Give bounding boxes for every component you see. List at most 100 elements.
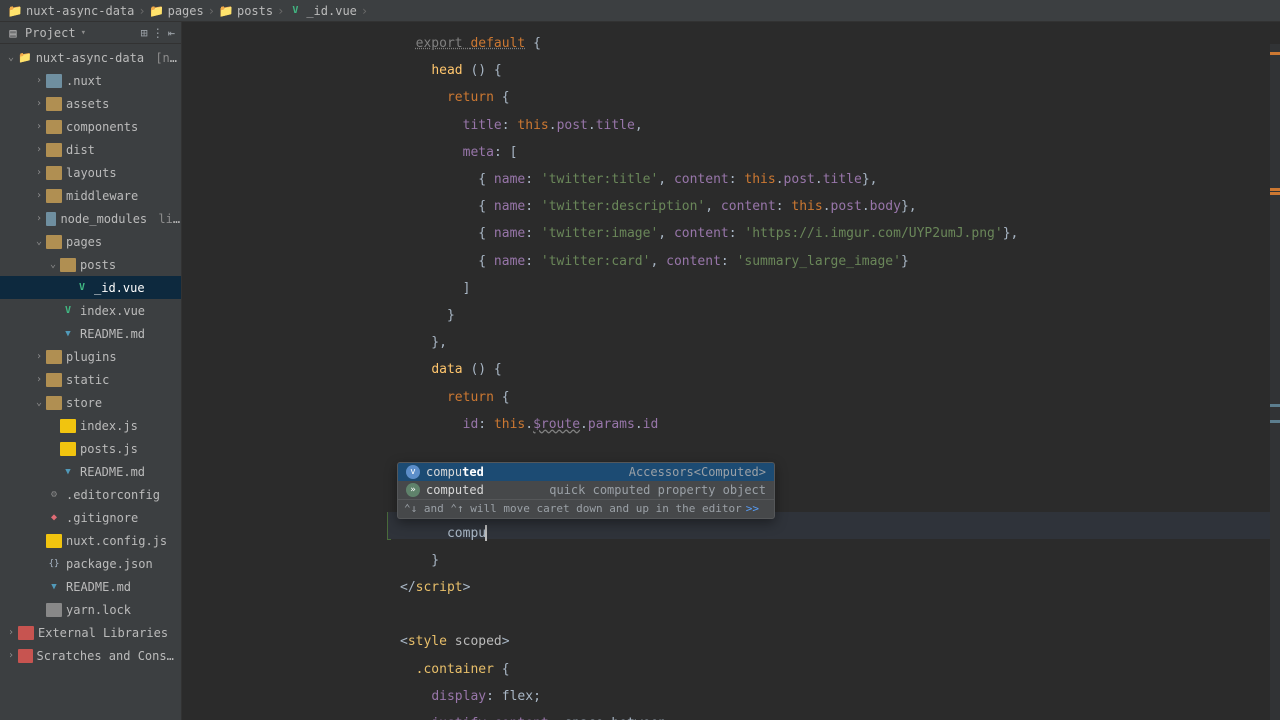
completion-type: quick computed property object — [549, 483, 766, 497]
collapse-icon[interactable]: ⇤ — [168, 26, 175, 40]
tree-item[interactable]: ›middleware — [0, 184, 181, 207]
chevron-icon[interactable]: › — [32, 213, 46, 224]
js-icon — [46, 534, 62, 548]
chevron-icon[interactable]: › — [32, 190, 46, 201]
tree-item[interactable]: ›components — [0, 115, 181, 138]
chevron-icon[interactable]: ⌄ — [46, 259, 60, 270]
folder-o-icon — [46, 189, 62, 203]
tree-item[interactable]: .gitignore — [0, 506, 181, 529]
tree-item[interactable]: ›.nuxt — [0, 69, 181, 92]
tree-item[interactable]: › External Libraries — [0, 621, 181, 644]
tree-item[interactable]: index.vue — [0, 299, 181, 322]
project-icon — [18, 51, 32, 65]
chevron-icon[interactable]: › — [32, 144, 46, 155]
tree-item[interactable]: nuxt.config.js — [0, 529, 181, 552]
code-area[interactable]: export default { head () { return { titl… — [182, 22, 1280, 720]
folder-icon: 📁 — [150, 4, 164, 18]
tree-item[interactable]: README.md — [0, 575, 181, 598]
tree-item[interactable]: _id.vue — [0, 276, 181, 299]
tree-item-label: External Libraries — [38, 626, 168, 640]
folder-o-icon — [46, 120, 62, 134]
tree-item[interactable]: .editorconfig — [0, 483, 181, 506]
tree-item-label: assets — [66, 97, 109, 111]
chevron-icon[interactable]: › — [4, 650, 18, 661]
tree-item[interactable]: ⌄ pages — [0, 230, 181, 253]
tree-item-label: plugins — [66, 350, 117, 364]
folder-o-icon — [46, 235, 62, 249]
chevron-icon[interactable]: › — [32, 351, 46, 362]
folder-o-icon — [46, 350, 62, 364]
lock-icon — [46, 603, 62, 617]
tree-item[interactable]: ›Scratches and Consoles — [0, 644, 181, 667]
folder-icon — [46, 212, 56, 226]
tree-item-label: static — [66, 373, 109, 387]
tree-item-label: nuxt.config.js — [66, 534, 167, 548]
variable-icon: v — [406, 465, 420, 479]
tree-item[interactable]: › plugins — [0, 345, 181, 368]
vue-icon — [288, 4, 302, 18]
tree-item[interactable]: README.md — [0, 460, 181, 483]
template-icon: » — [406, 483, 420, 497]
chevron-right-icon: › — [361, 4, 368, 18]
completion-item[interactable]: » computed quick computed property objec… — [398, 481, 774, 499]
chevron-icon[interactable]: ⌄ — [32, 236, 46, 247]
folder-o-icon — [46, 396, 62, 410]
chevron-down-icon[interactable]: ▾ — [81, 28, 86, 38]
tree-item[interactable]: › static — [0, 368, 181, 391]
breadcrumb-segment[interactable]: pages — [168, 4, 204, 18]
tree-item-label: pages — [66, 235, 102, 249]
tree-item-label: index.vue — [80, 304, 145, 318]
chevron-right-icon: › — [138, 4, 145, 18]
chevron-icon[interactable]: › — [32, 121, 46, 132]
tree-item-label: index.js — [80, 419, 138, 433]
breadcrumb-segment[interactable]: _id.vue — [306, 4, 357, 18]
tree-item[interactable]: › layouts — [0, 161, 181, 184]
tree-item[interactable]: ⌄store — [0, 391, 181, 414]
tree-item[interactable]: index.js — [0, 414, 181, 437]
scroll-from-source-icon[interactable]: ⊞ — [141, 26, 148, 40]
js-icon — [60, 419, 76, 433]
breadcrumb-segment[interactable]: posts — [237, 4, 273, 18]
chevron-icon[interactable]: › — [4, 627, 18, 638]
tree-item-label: dist — [66, 143, 95, 157]
js-icon — [60, 442, 76, 456]
md-icon — [46, 580, 62, 594]
folder-o-icon — [60, 258, 76, 272]
tree-item-label: posts.js — [80, 442, 138, 456]
chevron-icon[interactable]: › — [32, 374, 46, 385]
folder-icon: 📁 — [219, 4, 233, 18]
tree-item[interactable]: › assets — [0, 92, 181, 115]
tree-item[interactable]: yarn.lock — [0, 598, 181, 621]
tree-item[interactable]: ⌄ posts — [0, 253, 181, 276]
vue-icon — [74, 281, 90, 295]
vue-icon — [60, 304, 76, 318]
folder-o-icon — [46, 373, 62, 387]
tree-item[interactable]: posts.js — [0, 437, 181, 460]
tree-item-label: layouts — [66, 166, 117, 180]
hint-link[interactable]: >> — [746, 502, 759, 515]
sidebar-title[interactable]: Project — [25, 26, 76, 40]
tree-item[interactable]: package.json — [0, 552, 181, 575]
tree-item[interactable]: README.md — [0, 322, 181, 345]
breadcrumb-segment[interactable]: nuxt-async-data — [26, 4, 134, 18]
breadcrumb[interactable]: 📁 nuxt-async-data › 📁 pages › 📁 posts › … — [0, 0, 1280, 22]
tree-item-label: node_modules library root — [60, 212, 181, 226]
code-editor[interactable]: export default { head () { return { titl… — [182, 22, 1280, 720]
tree-item[interactable]: › node_modules library root — [0, 207, 181, 230]
folder-icon — [46, 74, 62, 88]
chevron-icon[interactable]: › — [32, 75, 46, 86]
tree-root[interactable]: ⌄ nuxt-async-data [nuxt-fund — [0, 46, 181, 69]
folder-icon: 📁 — [8, 4, 22, 18]
settings-icon[interactable]: ⋮ — [152, 26, 164, 40]
chevron-icon[interactable]: › — [32, 98, 46, 109]
tree-item-label: posts — [80, 258, 116, 272]
error-stripe[interactable] — [1270, 44, 1280, 720]
chevron-icon[interactable]: ⌄ — [32, 397, 46, 408]
tree-item[interactable]: › dist — [0, 138, 181, 161]
project-sidebar: ▤ Project ▾ ⊞ ⋮ ⇤ ⌄ nuxt-async-data [nux… — [0, 22, 182, 720]
file-tree[interactable]: ⌄ nuxt-async-data [nuxt-fund ›.nuxt›asse… — [0, 44, 181, 720]
completion-popup[interactable]: v computed Accessors<Computed> » compute… — [397, 462, 775, 519]
chevron-icon[interactable]: › — [32, 167, 46, 178]
chevron-right-icon: › — [277, 4, 284, 18]
completion-item[interactable]: v computed Accessors<Computed> — [398, 463, 774, 481]
